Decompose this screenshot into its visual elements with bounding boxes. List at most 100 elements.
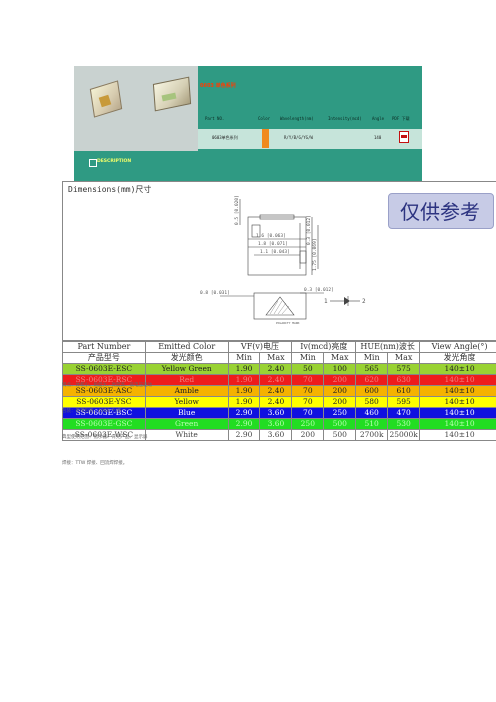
dim-label: 0.3 [0.012] [304, 287, 334, 293]
row-emitted-color: White [144, 429, 229, 441]
header-min: Min [355, 352, 389, 364]
row-iv-min: 70 [291, 407, 325, 419]
row-hue-max: 630 [387, 374, 421, 386]
description-bar [74, 153, 422, 181]
table-row: SS-0603E-GSC Green 2.90 3.60 250 500 510 530 140… [62, 418, 496, 430]
row-iv-min: 250 [291, 418, 325, 430]
product-angle: 140 [374, 135, 382, 140]
pin-2-label: 2 [362, 298, 366, 305]
row-vf-min: 1.90 [227, 363, 261, 375]
note-soldering: 焊接：TTW 焊接、回流焊焊接。 [62, 461, 128, 466]
dim-label: 1.75 [0.069] [312, 238, 318, 271]
product-wavelength: R/Y/B/G/YG/W [284, 135, 313, 140]
table-row: SS-0603E-ESC Yellow Green 1.90 2.40 50 100 565… [62, 363, 496, 375]
product-part-link[interactable]: 0603单色系列 [212, 135, 238, 141]
header-angle-cn: 发光角度 [419, 352, 496, 364]
row-iv-min: 200 [291, 429, 325, 441]
table-row: SS-0603E-BSC Blue 2.90 3.60 70 250 460 470 140±1… [62, 407, 496, 419]
row-iv-max: 500 [323, 418, 357, 430]
product-photo [74, 66, 198, 151]
note-features: 特点：体积小、角度大、亮度高、低电压驱动 [62, 383, 152, 388]
header-min: Min [227, 352, 261, 364]
polarity-mark [265, 296, 295, 316]
row-hue-min: 620 [355, 374, 389, 386]
row-emitted-color: Yellow [144, 396, 229, 408]
row-emitted-color: Green [144, 418, 229, 430]
row-iv-min: 70 [291, 374, 325, 386]
row-vf-min: 2.90 [227, 407, 261, 419]
package-dimension-drawing: 1.6 [0.063] 1.8 [0.071] 1.1 [0.043] 0.8 … [200, 195, 366, 325]
col-intensity: Intensity(mcd) [328, 116, 362, 121]
row-hue-max: 610 [387, 385, 421, 397]
row-iv-min: 70 [291, 385, 325, 397]
row-iv-min: 50 [291, 363, 325, 375]
row-iv-max: 250 [323, 407, 357, 419]
col-part-no: Part NO. [205, 116, 225, 121]
row-part-number: SS-0603E-YSC [62, 396, 146, 408]
row-view-angle: 140±10 [419, 363, 496, 375]
row-hue-max: 25000k [387, 429, 421, 441]
header-hue: HUE(nm)波长 [355, 341, 421, 353]
row-emitted-color: Amble [144, 385, 229, 397]
color-swatch [262, 129, 269, 148]
row-hue-min: 510 [355, 418, 389, 430]
header-part-cn: 产品型号 [62, 352, 146, 364]
dim-label: 0.3 [0.012] [306, 215, 312, 245]
col-angle: Angle [372, 116, 385, 121]
header-view-angle: View Angle(°) [419, 341, 496, 353]
row-vf-max: 2.40 [259, 374, 293, 386]
header-max: Max [323, 352, 357, 364]
pad-right [299, 250, 307, 264]
row-vf-max: 2.40 [259, 385, 293, 397]
col-wavelength: Wavelength(nm) [280, 116, 314, 121]
row-hue-max: 575 [387, 363, 421, 375]
row-vf-max: 3.60 [259, 407, 293, 419]
row-vf-max: 3.60 [259, 418, 293, 430]
table-subheader-row: 产品型号 发光颜色 Min Max Min Max Min Max 发光角度 [62, 352, 496, 364]
dim-label: 0.8 [0.031] [200, 290, 230, 296]
row-iv-max: 500 [323, 429, 357, 441]
table-row: SS-0603E-YSC Yellow 1.90 2.40 70 200 580 595 140… [62, 396, 496, 408]
row-iv-min: 70 [291, 396, 325, 408]
led-spec-table: Part Number Emitted Color VF(v)电压 Iv(mcd… [62, 341, 496, 441]
row-vf-min: 1.90 [227, 385, 261, 397]
diode-arrow [344, 297, 350, 305]
row-hue-min: 600 [355, 385, 389, 397]
row-hue-min: 580 [355, 396, 389, 408]
row-view-angle: 140±10 [419, 385, 496, 397]
row-hue-min: 460 [355, 407, 389, 419]
header-emitted-color: Emitted Color [144, 341, 229, 353]
row-view-angle: 140±10 [419, 429, 496, 441]
row-emitted-color: Red [144, 374, 229, 386]
dim-label: 1.1 [0.043] [260, 249, 290, 255]
header-vf: VF(v)电压 [227, 341, 293, 353]
row-view-angle: 140±10 [419, 407, 496, 419]
row-hue-min: 565 [355, 363, 389, 375]
spec-table-body: SS-0603E-ESC Yellow Green 1.90 2.40 50 100 565… [62, 363, 496, 441]
dim-label: 1.6 [0.063] [256, 233, 286, 239]
header-iv: Iv(mcd)亮度 [291, 341, 357, 353]
row-hue-min: 2700k [355, 429, 389, 441]
row-part-number: SS-0603E-GSC [62, 418, 146, 430]
row-vf-min: 1.90 [227, 374, 261, 386]
pin-1-label: 1 [324, 298, 328, 305]
polarity-label: POLARITY MARK [276, 321, 300, 325]
row-hue-max: 470 [387, 407, 421, 419]
dim-label: 0.5 [0.020] [234, 195, 240, 225]
pdf-icon[interactable] [399, 131, 409, 143]
row-iv-max: 200 [323, 385, 357, 397]
row-iv-max: 100 [323, 363, 357, 375]
description-heading: DESCRIPTION [97, 159, 132, 164]
row-vf-min: 2.90 [227, 429, 261, 441]
note-packaging: 包装：卷带包装，4000 个/卷 [62, 409, 122, 414]
dim-label: 1.8 [0.071] [258, 241, 288, 247]
row-part-number: SS-0603E-ESC [62, 363, 146, 375]
row-vf-min: 1.90 [227, 396, 261, 408]
row-vf-max: 2.40 [259, 363, 293, 375]
row-hue-max: 595 [387, 396, 421, 408]
dimensions-title: Dimensions(mm)尺寸 [68, 185, 152, 194]
row-view-angle: 140±10 [419, 374, 496, 386]
row-view-angle: 140±10 [419, 396, 496, 408]
document-icon [89, 159, 97, 167]
header-min: Min [291, 352, 325, 364]
